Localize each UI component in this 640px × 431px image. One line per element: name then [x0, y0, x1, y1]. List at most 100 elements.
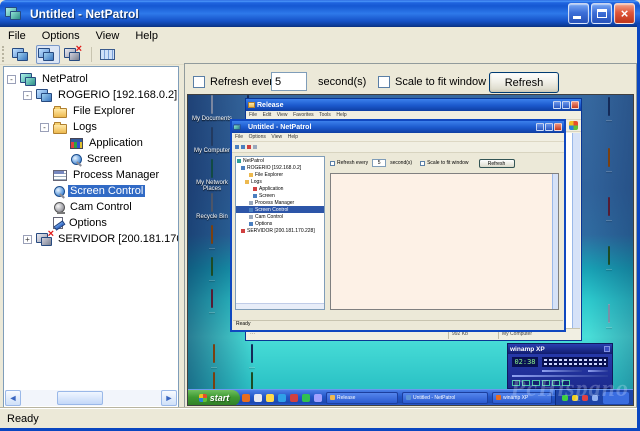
maximize-icon[interactable]: [545, 123, 553, 131]
expander-icon[interactable]: +: [23, 235, 32, 244]
pause-icon[interactable]: [532, 380, 540, 386]
scroll-left-icon[interactable]: ◄: [5, 390, 21, 406]
close-icon[interactable]: [604, 346, 610, 352]
menu-help[interactable]: Help: [127, 29, 166, 43]
taskbar-button-release[interactable]: Release: [326, 392, 398, 404]
disconnect-computer-icon[interactable]: [247, 145, 251, 149]
remote-icon-right1[interactable]: ···: [587, 98, 631, 124]
tree-item-process-manager[interactable]: Process Manager: [4, 167, 178, 183]
nested-title-bar[interactable]: Untitled - NetPatrol: [232, 121, 564, 133]
remote-icon-right3[interactable]: ···: [587, 198, 631, 224]
tree-item-logs[interactable]: - Logs: [4, 119, 178, 135]
tray-icon[interactable]: [592, 395, 598, 401]
tree-horizontal-scrollbar[interactable]: ◄ ►: [5, 390, 177, 406]
scrollbar-thumb[interactable]: [57, 391, 103, 405]
balance-slider[interactable]: [588, 370, 608, 372]
maximize-button[interactable]: [591, 3, 612, 24]
toolbar-grip[interactable]: [2, 46, 5, 62]
interval-input[interactable]: [271, 72, 307, 91]
remote-icon-lower2[interactable]: ···: [230, 345, 274, 371]
nested-menu-bar[interactable]: File Options View Help: [232, 133, 564, 142]
close-icon[interactable]: [571, 101, 579, 109]
tree-item-application[interactable]: Application: [4, 135, 178, 151]
winamp-window[interactable]: winamp XP 02:38: [507, 343, 613, 389]
tree-item-netpatrol[interactable]: - NetPatrol: [4, 71, 178, 87]
expander-icon[interactable]: -: [7, 75, 16, 84]
remote-icon-app1[interactable]: ···: [190, 226, 234, 252]
quicklaunch-icon[interactable]: [314, 394, 322, 402]
winamp-title-bar[interactable]: winamp XP: [508, 344, 612, 354]
nested-vertical-scrollbar[interactable]: [552, 174, 558, 309]
remote-icon-my-network[interactable]: My Network Places: [190, 160, 234, 192]
scale-checkbox[interactable]: [378, 76, 390, 88]
release-title-bar[interactable]: Release: [246, 99, 581, 111]
tray-icon[interactable]: [572, 395, 578, 401]
next-icon[interactable]: [552, 380, 560, 386]
refresh-button[interactable]: Refresh: [479, 159, 515, 168]
expander-icon[interactable]: -: [23, 91, 32, 100]
disconnect-computer-button[interactable]: ×: [62, 45, 86, 64]
quicklaunch-icon[interactable]: [266, 394, 274, 402]
nested-netpatrol-window[interactable]: Untitled - NetPatrol File Options View H…: [230, 119, 566, 332]
connect-computer-icon[interactable]: [235, 145, 239, 149]
tree-item-rogerio[interactable]: - ROGERIO [192.168.0.2]: [4, 87, 178, 103]
nested-toolbar[interactable]: [232, 142, 564, 153]
selected-tree-item[interactable]: Screen Control: [68, 185, 145, 197]
nested-tree-panel[interactable]: NetPatrol ROGERIO [192.168.0.2] File Exp…: [235, 156, 325, 310]
release-vertical-scrollbar[interactable]: [572, 133, 580, 328]
tree-item-file-explorer[interactable]: File Explorer: [4, 103, 178, 119]
volume-slider[interactable]: [542, 370, 582, 372]
remote-icon-app2[interactable]: ···: [190, 258, 234, 284]
connect-computer-button[interactable]: [10, 45, 34, 64]
title-bar[interactable]: Untitled - NetPatrol ×: [0, 0, 640, 27]
quicklaunch-icon[interactable]: [302, 394, 310, 402]
remote-icon-right5[interactable]: ···: [587, 305, 631, 331]
eject-icon[interactable]: [562, 380, 570, 386]
quicklaunch-icon[interactable]: [278, 394, 286, 402]
close-button[interactable]: ×: [614, 3, 635, 24]
view-cards-button[interactable]: [97, 45, 121, 64]
nested-selected-item[interactable]: Screen Control: [236, 206, 324, 213]
refresh-every-checkbox[interactable]: [193, 76, 205, 88]
quicklaunch-icon[interactable]: [254, 394, 262, 402]
refresh-button[interactable]: Refresh: [489, 72, 559, 93]
remote-desktop-view[interactable]: My Documents My Computer My Network Plac…: [187, 94, 634, 406]
start-button[interactable]: start: [188, 390, 240, 406]
minimize-icon[interactable]: [536, 123, 544, 131]
scroll-right-icon[interactable]: ►: [161, 390, 177, 406]
remote-icon-right2[interactable]: ···: [587, 149, 631, 175]
minimize-icon[interactable]: [553, 101, 561, 109]
view-cards-icon[interactable]: [253, 145, 257, 149]
tree-item-servidor[interactable]: + × SERVIDOR [200.181.170.228]: [4, 231, 178, 247]
menu-file[interactable]: File: [0, 29, 34, 43]
scale-checkbox[interactable]: [420, 161, 425, 166]
play-icon[interactable]: [522, 380, 530, 386]
stop-icon[interactable]: [542, 380, 550, 386]
tree-item-cam-control[interactable]: Cam Control: [4, 199, 178, 215]
remote-icon-right4[interactable]: ···: [587, 247, 631, 273]
active-computer-icon[interactable]: [241, 145, 245, 149]
menu-view[interactable]: View: [88, 29, 128, 43]
menu-options[interactable]: Options: [34, 29, 88, 43]
tree-item-options[interactable]: Options: [4, 215, 178, 231]
tree-item-screen-control[interactable]: Screen Control: [4, 183, 178, 199]
close-icon[interactable]: [554, 123, 562, 131]
previous-icon[interactable]: [512, 380, 520, 386]
remote-icon-recycle-bin[interactable]: Recycle Bin: [190, 194, 234, 220]
remote-icon-app3[interactable]: ···: [190, 290, 234, 316]
taskbar-button-winamp[interactable]: winamp XP: [492, 392, 552, 404]
tray-icon[interactable]: [562, 395, 568, 401]
quicklaunch-icon[interactable]: [290, 394, 298, 402]
maximize-icon[interactable]: [562, 101, 570, 109]
tray-icon[interactable]: [582, 395, 588, 401]
tree-item-screen[interactable]: Screen: [4, 151, 178, 167]
seek-slider[interactable]: [512, 375, 608, 377]
expander-icon[interactable]: -: [40, 123, 49, 132]
active-computer-button[interactable]: [36, 45, 60, 64]
minimize-button[interactable]: [568, 3, 589, 24]
refresh-every-checkbox[interactable]: [330, 161, 335, 166]
interval-input[interactable]: 5: [372, 159, 386, 167]
nested-tree-scrollbar[interactable]: [236, 303, 324, 309]
taskbar-button-netpatrol[interactable]: Untitled - NetPatrol: [402, 392, 488, 404]
remote-icon-my-computer[interactable]: My Computer: [190, 128, 234, 154]
